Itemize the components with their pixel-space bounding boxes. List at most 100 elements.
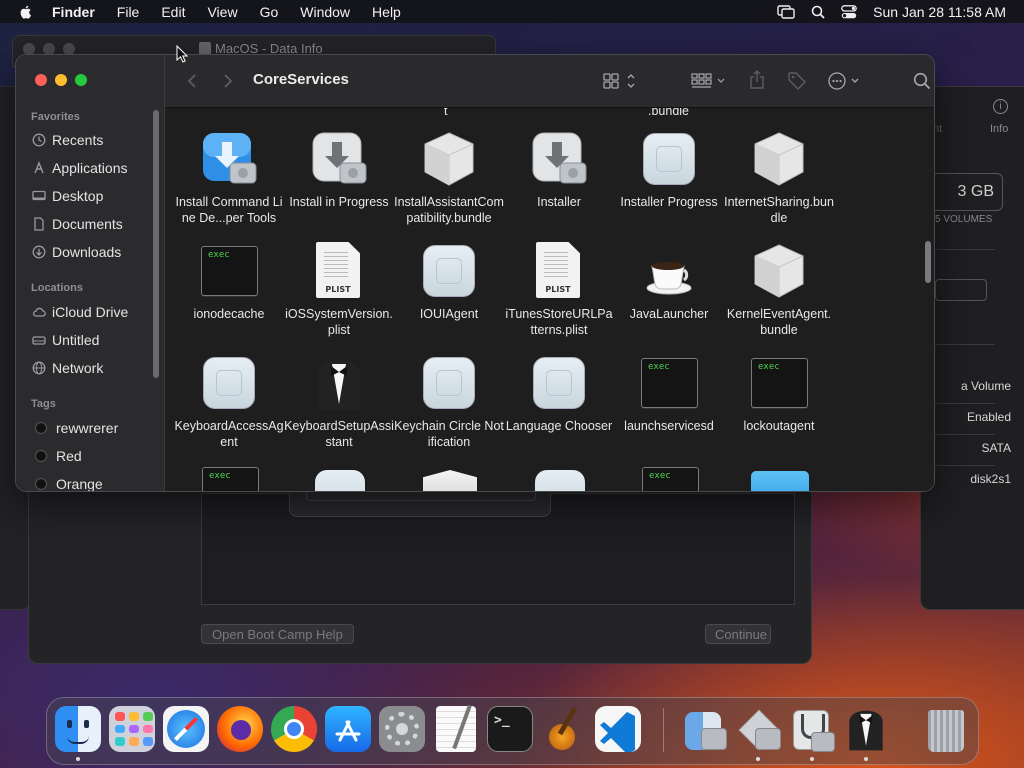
- close-window-button[interactable]: [35, 74, 47, 86]
- icon-view-icon[interactable]: [603, 72, 639, 90]
- file-item[interactable]: exec ionodecache: [174, 242, 284, 322]
- desktop-icon: [32, 190, 46, 201]
- file-item[interactable]: PLIST iOSSystemVersion.plist: [284, 242, 394, 338]
- search-icon[interactable]: [913, 72, 931, 90]
- dock-trash-icon[interactable]: [923, 706, 969, 752]
- apple-logo-icon[interactable]: [18, 4, 34, 20]
- open-boot-camp-help-button[interactable]: Open Boot Camp Help: [201, 624, 354, 644]
- back-chevron-icon[interactable]: [187, 73, 197, 89]
- menu-clock[interactable]: Sun Jan 28 11:58 AM: [873, 4, 1006, 20]
- dock-firefox-icon[interactable]: [217, 706, 263, 752]
- dock-keyboard-setup-assistant-icon[interactable]: [843, 706, 889, 752]
- disk-info-row: Enabled: [966, 410, 1011, 424]
- more-actions-icon[interactable]: [827, 71, 863, 91]
- sidebar-item-icloud-drive[interactable]: iCloud Drive: [32, 301, 128, 323]
- menu-edit[interactable]: Edit: [161, 4, 185, 20]
- tag-dot-icon: [35, 478, 47, 490]
- file-item-icon: [420, 354, 478, 412]
- sidebar-item-downloads[interactable]: Downloads: [32, 241, 121, 263]
- continue-button[interactable]: Continue: [705, 624, 771, 644]
- dock-system-preferences-icon[interactable]: [379, 706, 425, 752]
- file-item[interactable]: Installer: [504, 130, 614, 210]
- installer-icon: [312, 132, 367, 184]
- generic-app-icon: [423, 245, 475, 297]
- menu-go[interactable]: Go: [260, 4, 279, 20]
- file-item[interactable]: IOUIAgent: [394, 242, 504, 322]
- file-item[interactable]: Install in Progress: [284, 130, 394, 210]
- dock-chrome-icon[interactable]: [271, 706, 317, 752]
- file-item[interactable]: KernelEventAgent.bundle: [724, 242, 834, 338]
- file-item-label: KernelEventAgent.bundle: [726, 307, 832, 337]
- dock-safari-icon[interactable]: [163, 706, 209, 752]
- file-item[interactable]: KeyboardAccessAgent: [174, 354, 284, 450]
- dock-migration-assistant-icon[interactable]: [681, 706, 727, 752]
- sidebar-item-documents[interactable]: Documents: [32, 213, 123, 235]
- menu-window[interactable]: Window: [300, 4, 350, 20]
- file-item[interactable]: exec launchservicesd: [614, 354, 724, 434]
- minimize-window-button[interactable]: [55, 74, 67, 86]
- sidebar-item-network[interactable]: Network: [32, 357, 103, 379]
- tag-icon[interactable]: [787, 71, 807, 91]
- dock-launchpad-icon[interactable]: [109, 706, 155, 752]
- exec-file-icon[interactable]: exec: [642, 467, 699, 491]
- menu-file[interactable]: File: [117, 4, 140, 20]
- zoom-window-button[interactable]: [75, 74, 87, 86]
- sidebar-header-favorites: Favorites: [31, 111, 80, 123]
- file-item[interactable]: KeyboardSetupAssistant: [284, 354, 394, 450]
- screen-mirroring-icon[interactable]: [777, 4, 795, 19]
- sidebar-tag-rewwrerer[interactable]: rewwrerer: [32, 417, 118, 439]
- menu-help[interactable]: Help: [372, 4, 401, 20]
- exec-file-icon[interactable]: exec: [202, 467, 259, 491]
- app-icon[interactable]: [315, 470, 365, 491]
- file-item[interactable]: Installer Progress: [614, 130, 724, 210]
- share-icon[interactable]: [749, 70, 765, 90]
- file-item[interactable]: InstallAssistantCompatibility.bundle: [394, 130, 504, 226]
- info-label[interactable]: Info: [990, 123, 1008, 135]
- folder-icon[interactable]: [751, 471, 809, 491]
- dock-finder-icon[interactable]: [55, 706, 101, 752]
- sidebar-item-recents[interactable]: Recents: [32, 129, 103, 151]
- sidebar-tag-orange[interactable]: Orange: [32, 473, 103, 491]
- dock-terminal-icon[interactable]: >_: [487, 706, 533, 752]
- sidebar-scrollbar[interactable]: [153, 110, 159, 378]
- file-item-icon: PLIST: [530, 242, 588, 300]
- control-center-icon[interactable]: [841, 4, 858, 19]
- dock-disk-utility-icon[interactable]: [789, 706, 835, 752]
- forward-chevron-icon[interactable]: [223, 73, 233, 89]
- menu-finder[interactable]: Finder: [52, 4, 95, 20]
- menu-view[interactable]: View: [207, 4, 237, 20]
- file-item[interactable]: Keychain Circle Notification: [394, 354, 504, 450]
- content-scrollbar[interactable]: [925, 241, 931, 283]
- sidebar-item-untitled[interactable]: Untitled: [32, 329, 99, 351]
- file-item-label: IOUIAgent: [419, 307, 479, 321]
- dock-app-store-icon[interactable]: [325, 706, 371, 752]
- dock-boot-camp-assistant-icon[interactable]: [735, 706, 781, 752]
- file-item-label: launchservicesd: [624, 419, 714, 433]
- exec-file-icon: exec: [641, 358, 698, 408]
- group-by-icon[interactable]: [691, 72, 729, 90]
- app-icon[interactable]: [535, 470, 585, 491]
- file-item[interactable]: JavaLauncher: [614, 242, 724, 322]
- disk-utility-window: i nt Info 3 GB 5 VOLUMES a Volume Enable…: [920, 86, 1024, 610]
- file-item[interactable]: PLIST iTunesStoreURLPatterns.plist: [504, 242, 614, 338]
- bundle-icon[interactable]: [423, 470, 477, 491]
- file-item[interactable]: Install Command Line De...per Tools: [174, 130, 284, 226]
- dock-separator: [663, 708, 664, 752]
- dock: >_: [46, 697, 979, 765]
- file-item[interactable]: Language Chooser: [504, 354, 614, 434]
- dock-vscode-icon[interactable]: [595, 706, 641, 754]
- cloud-icon: [32, 307, 46, 317]
- file-item[interactable]: InternetSharing.bundle: [724, 130, 834, 226]
- generic-app-icon: [533, 357, 585, 409]
- spotlight-icon[interactable]: [811, 5, 825, 19]
- file-item-icon: [750, 130, 808, 188]
- file-item-label: InstallAssistantCompatibility.bundle: [394, 195, 504, 225]
- sidebar-item-applications[interactable]: Applications: [32, 157, 128, 179]
- sidebar-tag-red[interactable]: Red: [32, 445, 82, 467]
- sidebar-item-desktop[interactable]: Desktop: [32, 185, 103, 207]
- file-item-label: iOSSystemVersion.plist: [285, 307, 393, 337]
- file-item[interactable]: exec lockoutagent: [724, 354, 834, 434]
- info-icon[interactable]: i: [993, 99, 1008, 114]
- dock-textedit-icon[interactable]: [433, 704, 479, 752]
- dock-garageband-icon[interactable]: [541, 706, 587, 752]
